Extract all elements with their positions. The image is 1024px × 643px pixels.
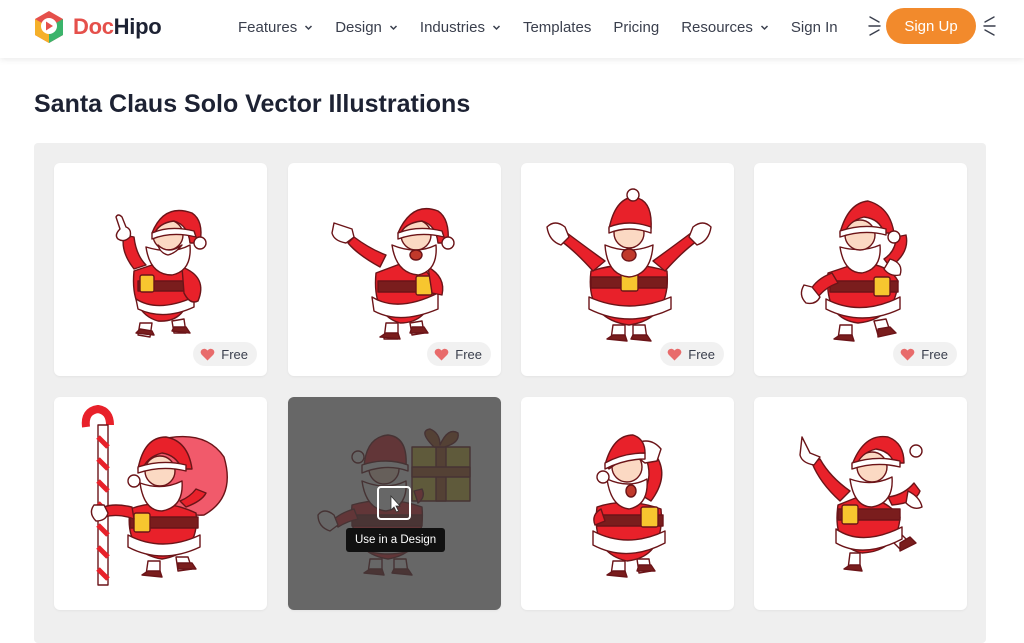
free-badge: Free <box>193 342 257 366</box>
use-in-design-tooltip: Use in a Design <box>346 528 446 552</box>
illustration-card[interactable]: Free <box>521 163 734 376</box>
nav-sign-in-label: Sign In <box>790 18 838 36</box>
sign-up-button[interactable]: Sign Up <box>886 8 976 44</box>
nav-design-label: Design <box>335 18 382 36</box>
top-navigation-bar: DocHipo Features Design Industries Templ… <box>0 0 1024 58</box>
chevron-down-icon <box>389 23 398 32</box>
brand-name: DocHipo <box>73 14 162 40</box>
chevron-down-icon <box>304 23 313 32</box>
chevron-down-icon <box>760 23 769 32</box>
nav-design[interactable]: Design <box>335 19 398 36</box>
nav-pricing-label: Pricing <box>613 18 660 36</box>
nav-resources[interactable]: Resources <box>681 19 769 36</box>
heart-icon <box>900 348 915 360</box>
page-title: Santa Claus Solo Vector Illustrations <box>34 90 471 118</box>
sparkle-left-icon <box>868 16 881 36</box>
chevron-down-icon <box>492 23 501 32</box>
nav-templates[interactable]: Templates <box>523 19 591 36</box>
nav-resources-label: Resources <box>681 18 753 36</box>
nav-industries-label: Industries <box>419 18 485 36</box>
illustration-card[interactable]: Free <box>54 163 267 376</box>
illustration-gallery: Free Free Free Free Use in a Design <box>34 143 986 643</box>
sparkle-right-icon <box>983 16 996 36</box>
dochipo-logo-icon <box>35 11 63 43</box>
illustration-card[interactable]: Free <box>288 163 501 376</box>
santa-looking-far-illustration <box>592 434 666 578</box>
illustration-card[interactable] <box>54 397 267 610</box>
free-badge-label: Free <box>688 346 715 362</box>
nav-features-label: Features <box>238 18 298 36</box>
free-badge-label: Free <box>221 346 248 362</box>
illustration-card[interactable]: Free <box>754 163 967 376</box>
main-menu: Features Design Industries Templates Pri… <box>238 0 860 54</box>
nav-features[interactable]: Features <box>238 19 313 36</box>
heart-icon <box>434 348 449 360</box>
free-badge-label: Free <box>455 346 482 362</box>
illustration-card-hovered[interactable]: Use in a Design <box>288 397 501 610</box>
free-badge: Free <box>893 342 957 366</box>
brand-name-part1: Doc <box>73 14 114 39</box>
illustration-card[interactable] <box>754 397 967 610</box>
nav-industries[interactable]: Industries <box>420 19 501 36</box>
nav-pricing[interactable]: Pricing <box>613 19 659 36</box>
illustration-card[interactable] <box>521 397 734 610</box>
cursor-click-icon <box>390 494 401 513</box>
heart-icon <box>200 348 215 360</box>
free-badge: Free <box>660 342 724 366</box>
free-badge-label: Free <box>921 346 948 362</box>
nav-sign-in[interactable]: Sign In <box>791 19 838 36</box>
nav-templates-label: Templates <box>522 18 592 36</box>
dochipo-logo[interactable]: DocHipo <box>31 9 162 45</box>
santa-candy-cane-sack-illustration <box>81 405 228 586</box>
free-badge: Free <box>427 342 491 366</box>
santa-running-pointing-illustration <box>799 435 923 572</box>
heart-icon <box>667 348 682 360</box>
use-in-design-button[interactable] <box>377 486 411 520</box>
brand-name-part2: Hipo <box>113 14 162 39</box>
sign-up-area: Sign Up <box>868 8 996 46</box>
